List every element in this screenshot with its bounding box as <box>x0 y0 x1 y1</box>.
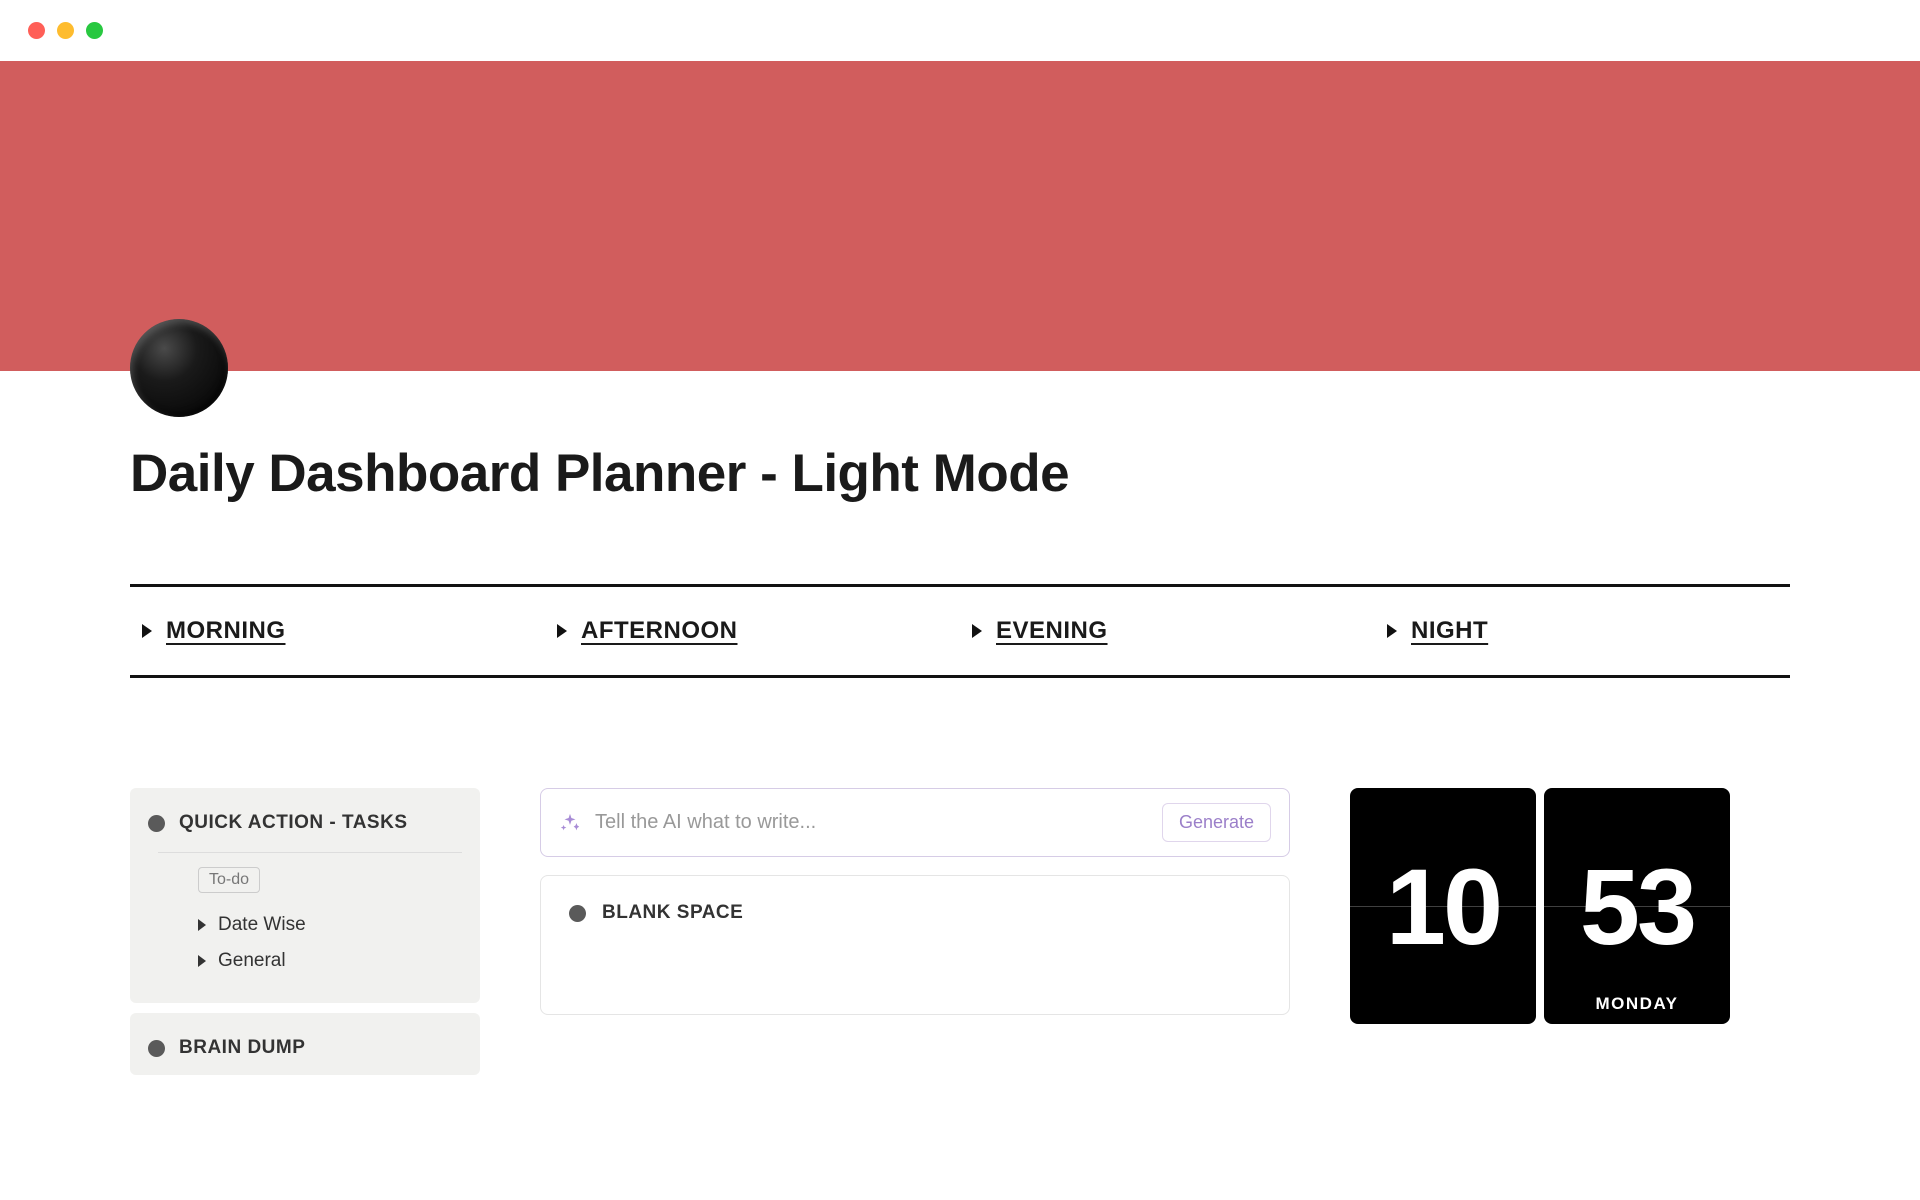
page-title[interactable]: Daily Dashboard Planner - Light Mode <box>130 371 1790 504</box>
chevron-right-icon <box>198 919 206 931</box>
clock-minutes-panel: 53 MONDAY <box>1544 788 1730 1024</box>
sidebar-item-date-wise[interactable]: Date Wise <box>198 907 462 943</box>
card-title: QUICK ACTION - TASKS <box>179 812 408 834</box>
sidebar-item-general[interactable]: General <box>198 943 462 979</box>
todo-tag[interactable]: To-do <box>198 867 260 893</box>
cover-banner[interactable] <box>0 61 1920 371</box>
bullet-icon <box>148 1040 165 1057</box>
sidebar-card-brain-dump[interactable]: BRAIN DUMP <box>130 1013 480 1075</box>
sidebar-card-quick-action[interactable]: QUICK ACTION - TASKS To-do Date Wise Gen… <box>130 788 480 1003</box>
window-close-button[interactable] <box>28 22 45 39</box>
clock-hours: 10 <box>1386 844 1500 969</box>
time-section-label: EVENING <box>996 617 1108 645</box>
sparkle-icon <box>559 812 581 834</box>
blank-space-card[interactable]: BLANK SPACE <box>540 875 1290 1015</box>
window-controls <box>0 0 1920 61</box>
ai-placeholder-text: Tell the AI what to write... <box>595 811 1148 834</box>
time-section-night[interactable]: NIGHT <box>1375 617 1790 645</box>
window-maximize-button[interactable] <box>86 22 103 39</box>
time-section-label: AFTERNOON <box>581 617 738 645</box>
chevron-right-icon <box>557 624 567 638</box>
sidebar: QUICK ACTION - TASKS To-do Date Wise Gen… <box>130 788 480 1075</box>
sidebar-item-label: General <box>218 950 286 972</box>
card-title: BRAIN DUMP <box>179 1037 305 1059</box>
time-section-label: MORNING <box>166 617 286 645</box>
time-section-afternoon[interactable]: AFTERNOON <box>545 617 960 645</box>
clock-day: MONDAY <box>1596 994 1679 1014</box>
clock-minutes: 53 <box>1580 844 1694 969</box>
card-title: BLANK SPACE <box>602 902 743 924</box>
clock-hours-panel: 10 <box>1350 788 1536 1024</box>
window-minimize-button[interactable] <box>57 22 74 39</box>
chevron-right-icon <box>1387 624 1397 638</box>
sidebar-item-label: Date Wise <box>218 914 306 936</box>
ai-prompt-box[interactable]: Tell the AI what to write... Generate <box>540 788 1290 857</box>
page-icon-black-circle[interactable] <box>130 319 228 417</box>
time-section-label: NIGHT <box>1411 617 1488 645</box>
main-column: Tell the AI what to write... Generate BL… <box>540 788 1290 1015</box>
time-section-morning[interactable]: MORNING <box>130 617 545 645</box>
bullet-icon <box>148 815 165 832</box>
flip-clock: 10 53 MONDAY <box>1350 788 1730 1024</box>
chevron-right-icon <box>198 955 206 967</box>
time-sections-row: MORNING AFTERNOON EVENING NIGHT <box>130 584 1790 678</box>
chevron-right-icon <box>142 624 152 638</box>
generate-button[interactable]: Generate <box>1162 803 1271 842</box>
clock-column: 10 53 MONDAY <box>1350 788 1790 1024</box>
bullet-icon <box>569 905 586 922</box>
time-section-evening[interactable]: EVENING <box>960 617 1375 645</box>
chevron-right-icon <box>972 624 982 638</box>
